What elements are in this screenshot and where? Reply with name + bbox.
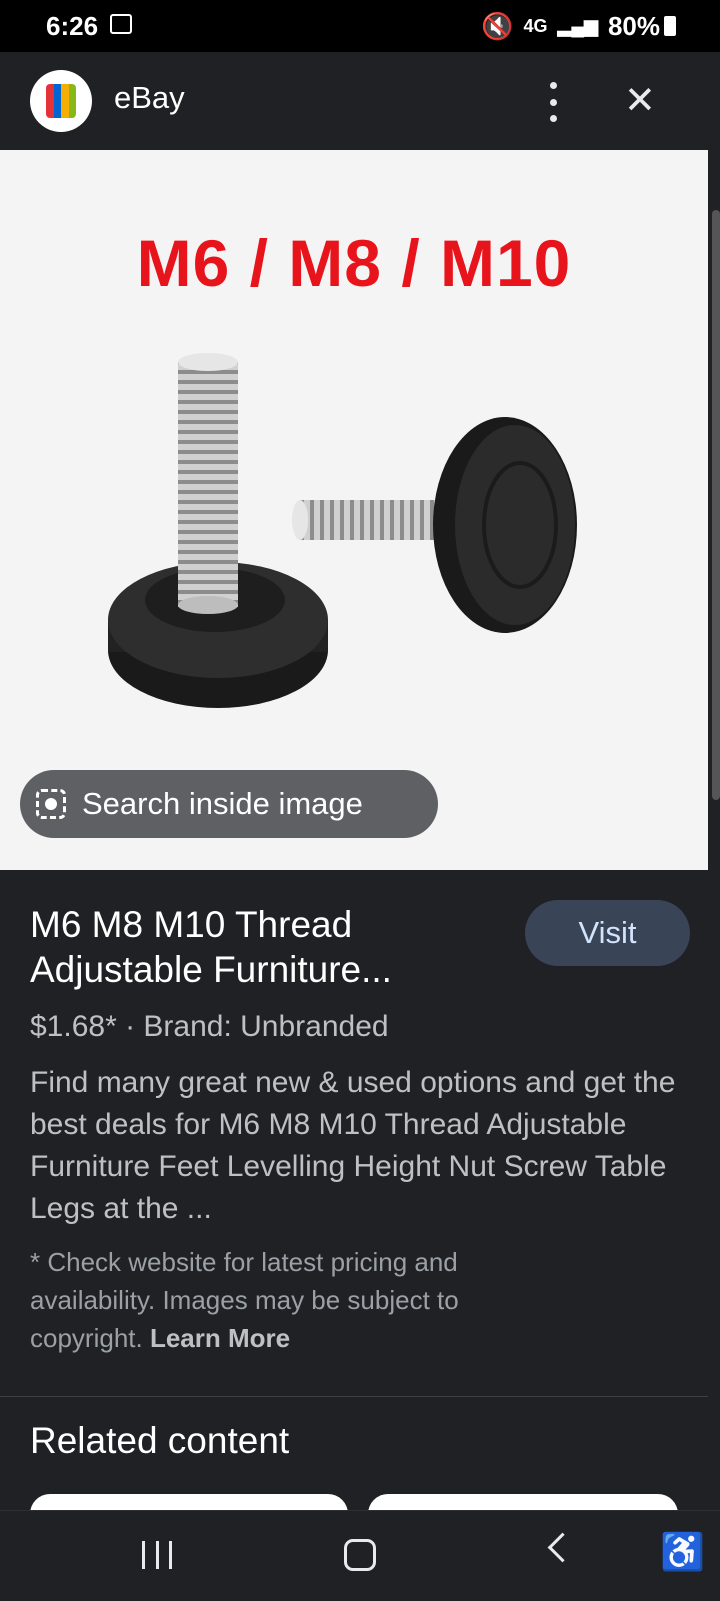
status-time: 6:26 bbox=[46, 11, 99, 41]
related-content-heading: Related content bbox=[30, 1420, 290, 1461]
search-inside-image-button[interactable]: Search inside image bbox=[20, 770, 438, 838]
battery-percent: 80% bbox=[607, 11, 660, 41]
leveling-feet-illustration bbox=[108, 353, 577, 708]
lens-icon bbox=[36, 789, 66, 819]
price-row: $1.68* · Brand: Unbranded bbox=[30, 1010, 389, 1044]
signal-icon: ▂▄▆ bbox=[557, 16, 598, 36]
brand: Brand: Unbranded bbox=[143, 1010, 389, 1043]
battery-icon bbox=[664, 16, 676, 36]
pricing-disclaimer: * Check website for latest pricing and a… bbox=[30, 1243, 550, 1357]
system-nav-bar: ♿ bbox=[0, 1510, 720, 1601]
app-title: eBay bbox=[114, 80, 185, 115]
ebay-logo-icon bbox=[30, 70, 92, 132]
price: $1.68* bbox=[30, 1010, 117, 1043]
network-type: 4G bbox=[523, 16, 548, 36]
recent-apps-icon[interactable] bbox=[142, 1541, 172, 1571]
back-icon[interactable] bbox=[547, 1532, 578, 1563]
gallery-notification-icon bbox=[110, 14, 132, 34]
price-separator: · bbox=[116, 1010, 144, 1043]
product-title-line2: Adjustable Furniture... bbox=[30, 949, 392, 990]
close-icon[interactable]: ✕ bbox=[624, 78, 656, 123]
product-description: Find many great new & used options and g… bbox=[30, 1066, 676, 1225]
learn-more-link[interactable]: Learn More bbox=[150, 1323, 290, 1353]
status-indicators: 🔇 4G ▂▄▆ 80% bbox=[481, 11, 660, 42]
visit-button[interactable]: Visit bbox=[525, 900, 690, 966]
divider bbox=[0, 1396, 708, 1397]
status-bar: 6:26 🔇 4G ▂▄▆ 80% bbox=[0, 0, 720, 52]
app-bar: eBay ✕ bbox=[0, 52, 720, 150]
more-options-icon[interactable] bbox=[538, 82, 568, 122]
search-inside-image-label: Search inside image bbox=[82, 786, 363, 821]
accessibility-icon[interactable]: ♿ bbox=[660, 1531, 705, 1573]
product-title-line1: M6 M8 M10 Thread bbox=[30, 904, 353, 945]
product-title[interactable]: M6 M8 M10 Thread Adjustable Furniture... bbox=[30, 902, 490, 992]
mute-icon: 🔇 bbox=[481, 11, 514, 41]
home-icon[interactable] bbox=[344, 1539, 376, 1571]
product-image[interactable]: M6 / M8 / M10 Search inside image bbox=[0, 150, 708, 870]
scrollbar[interactable] bbox=[712, 210, 720, 800]
